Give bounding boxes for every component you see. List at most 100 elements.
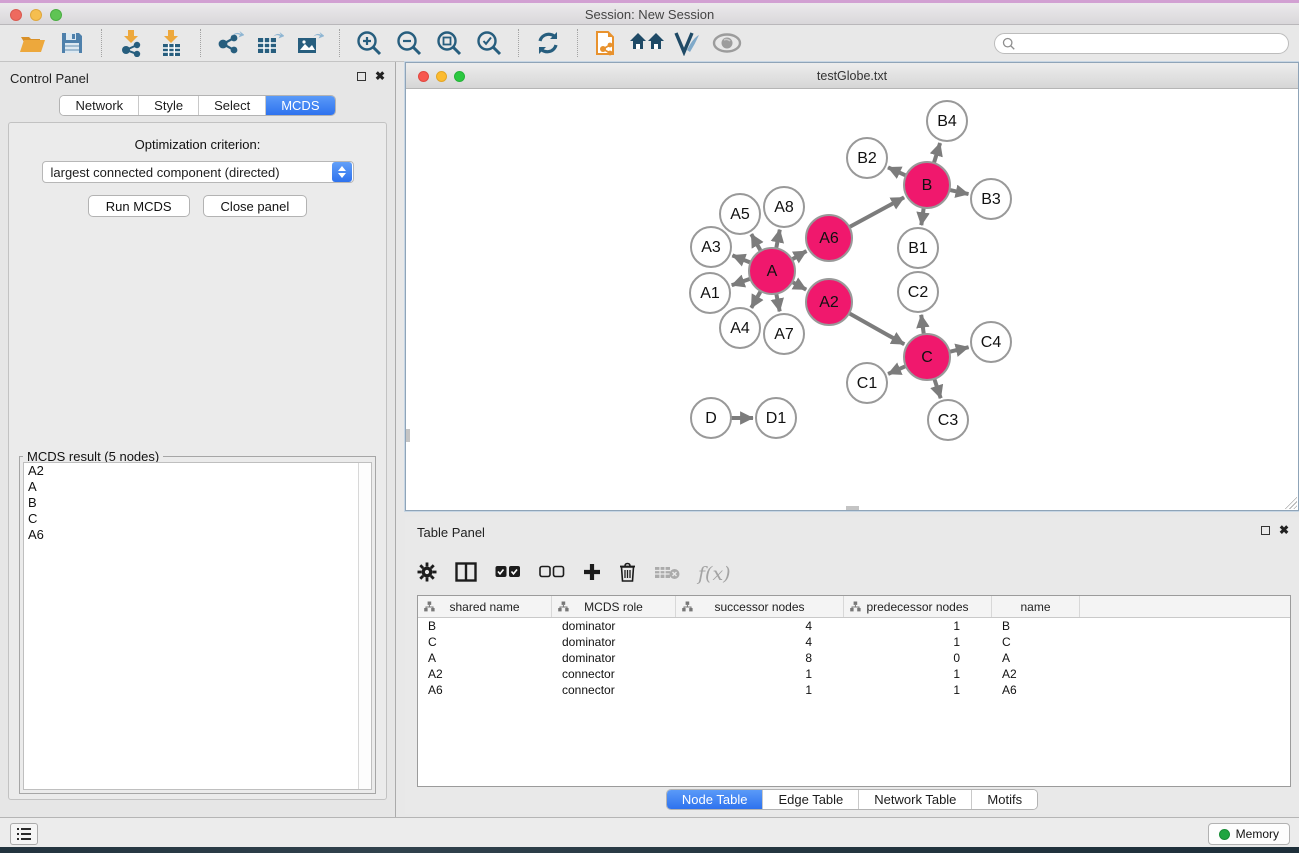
result-list-item[interactable]: B [24, 495, 371, 511]
result-list-item[interactable]: A [24, 479, 371, 495]
table-cell[interactable]: A6 [992, 682, 1080, 698]
table-cell[interactable]: dominator [552, 634, 676, 650]
tab-node-table[interactable]: Node Table [667, 790, 764, 809]
show-graphics-details-button[interactable] [707, 28, 747, 58]
close-panel-icon[interactable]: ✖ [375, 71, 385, 81]
table-settings-button[interactable] [417, 562, 437, 587]
graph-node-A5[interactable]: A5 [720, 194, 760, 234]
import-network-button[interactable] [111, 28, 151, 58]
table-cell[interactable]: C [418, 634, 552, 650]
function-builder-button[interactable]: f(x) [698, 563, 731, 585]
add-column-button[interactable] [583, 563, 601, 586]
zoom-fit-button[interactable] [429, 28, 469, 58]
graph-node-C[interactable]: C [904, 334, 950, 380]
graph-edge-A-A5[interactable] [751, 234, 760, 251]
graph-node-A7[interactable]: A7 [764, 314, 804, 354]
table-cell[interactable]: connector [552, 666, 676, 682]
export-table-button[interactable] [250, 28, 290, 58]
zoom-selected-button[interactable] [469, 28, 509, 58]
task-history-button[interactable] [10, 823, 38, 845]
graph-edge-B-B1[interactable] [921, 208, 923, 225]
browser-home-button[interactable] [627, 28, 667, 58]
table-cell[interactable]: A [418, 650, 552, 666]
table-cell[interactable]: B [418, 618, 552, 634]
zoom-in-button[interactable] [349, 28, 389, 58]
canvas-vertical-scroll-nub[interactable] [406, 429, 410, 442]
graph-node-A8[interactable]: A8 [764, 187, 804, 227]
table-cell[interactable]: 1 [844, 634, 992, 650]
tab-style[interactable]: Style [139, 96, 199, 115]
graph-node-B4[interactable]: B4 [927, 101, 967, 141]
zoom-out-button[interactable] [389, 28, 429, 58]
network-window-titlebar[interactable]: testGlobe.txt [406, 63, 1298, 89]
graph-node-A1[interactable]: A1 [690, 273, 730, 313]
graph-edge-A-A6[interactable] [792, 251, 807, 260]
float-panel-icon[interactable] [357, 72, 366, 81]
graph-edge-C-C1[interactable] [888, 366, 906, 374]
column-header-successor-nodes[interactable]: successor nodes [676, 596, 844, 617]
network-from-clipboard-button[interactable] [587, 28, 627, 58]
column-header-MCDS-role[interactable]: MCDS role [552, 596, 676, 617]
table-cell[interactable]: 1 [676, 666, 844, 682]
graph-node-B[interactable]: B [904, 162, 950, 208]
graph-edge-B-B2[interactable] [888, 167, 906, 175]
result-list-item[interactable]: C [24, 511, 371, 527]
delete-columns-button[interactable] [619, 562, 636, 587]
open-session-button[interactable] [12, 28, 52, 58]
graph-node-A4[interactable]: A4 [720, 308, 760, 348]
graph-edge-A-A8[interactable] [776, 230, 780, 249]
memory-button[interactable]: Memory [1208, 823, 1290, 845]
table-row[interactable]: A2connector11A2 [418, 666, 1290, 682]
result-list-item[interactable]: A6 [24, 527, 371, 543]
graph-node-B2[interactable]: B2 [847, 138, 887, 178]
vizmapper-button[interactable] [667, 28, 707, 58]
graph-node-D1[interactable]: D1 [756, 398, 796, 438]
table-row[interactable]: Adominator80A [418, 650, 1290, 666]
graph-node-A2[interactable]: A2 [806, 279, 852, 325]
delete-table-button[interactable] [654, 564, 680, 585]
table-cell[interactable]: B [992, 618, 1080, 634]
export-image-button[interactable] [290, 28, 330, 58]
import-table-button[interactable] [151, 28, 191, 58]
graph-node-C1[interactable]: C1 [847, 363, 887, 403]
optimization-criterion-dropdown[interactable]: largest connected component (directed) [42, 161, 354, 183]
table-cell[interactable]: 4 [676, 634, 844, 650]
graph-edge-A-A3[interactable] [732, 255, 750, 262]
column-header-shared-name[interactable]: shared name [418, 596, 552, 617]
table-cell[interactable]: 0 [844, 650, 992, 666]
graph-node-B3[interactable]: B3 [971, 179, 1011, 219]
graph-edge-A2-C[interactable] [849, 313, 904, 344]
graph-edge-A6-B[interactable] [849, 197, 904, 227]
tab-network[interactable]: Network [60, 96, 139, 115]
tab-select[interactable]: Select [199, 96, 266, 115]
result-list-scrollbar[interactable] [358, 463, 371, 789]
run-mcds-button[interactable]: Run MCDS [88, 195, 190, 217]
unselect-all-button[interactable] [539, 565, 565, 584]
tab-mcds[interactable]: MCDS [266, 96, 334, 115]
select-all-button[interactable] [495, 565, 521, 584]
table-cell[interactable]: 1 [844, 618, 992, 634]
graph-edge-A-A7[interactable] [776, 294, 779, 312]
graph-edge-B-B3[interactable] [950, 190, 969, 194]
tab-edge-table[interactable]: Edge Table [763, 790, 859, 809]
refresh-layout-button[interactable] [528, 28, 568, 58]
close-panel-button[interactable]: Close panel [203, 195, 308, 217]
table-cell[interactable]: 4 [676, 618, 844, 634]
graph-edge-C-C4[interactable] [949, 347, 968, 352]
graph-node-B1[interactable]: B1 [898, 228, 938, 268]
table-cell[interactable]: A [992, 650, 1080, 666]
table-cell[interactable]: dominator [552, 650, 676, 666]
float-table-panel-icon[interactable] [1261, 526, 1270, 535]
export-network-button[interactable] [210, 28, 250, 58]
table-cell[interactable]: 1 [676, 682, 844, 698]
canvas-horizontal-scroll-nub[interactable] [846, 506, 859, 510]
table-row[interactable]: Cdominator41C [418, 634, 1290, 650]
table-cell[interactable]: connector [552, 682, 676, 698]
table-row[interactable]: Bdominator41B [418, 618, 1290, 634]
graph-edge-B-B4[interactable] [934, 143, 940, 163]
table-cell[interactable]: A2 [992, 666, 1080, 682]
graph-node-A6[interactable]: A6 [806, 215, 852, 261]
close-table-panel-icon[interactable]: ✖ [1279, 525, 1289, 535]
table-cell[interactable]: dominator [552, 618, 676, 634]
tab-motifs[interactable]: Motifs [972, 790, 1037, 809]
